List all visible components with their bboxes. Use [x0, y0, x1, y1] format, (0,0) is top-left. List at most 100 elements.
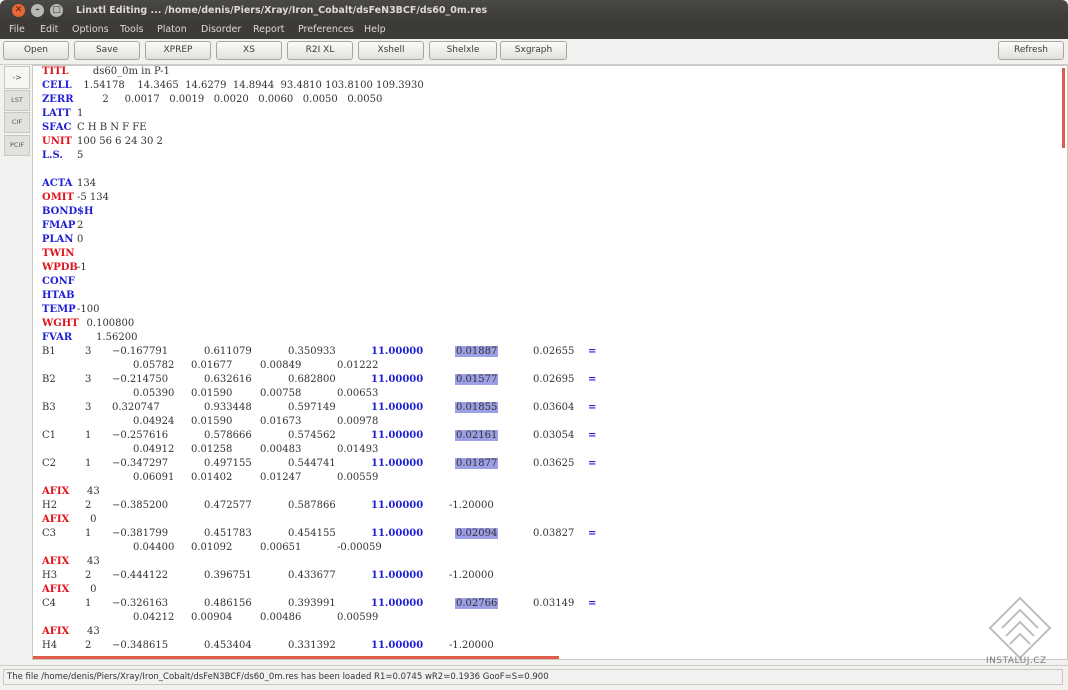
atom-u11: 0.02766: [455, 598, 499, 609]
keyword-args: 5: [77, 150, 84, 161]
keyword: CELL: [42, 80, 72, 91]
keyword: OMIT: [42, 192, 74, 203]
minimize-window-button[interactable]: –: [31, 4, 44, 17]
atom-y: 0.396751: [204, 570, 252, 581]
keyword-args: 43: [87, 556, 100, 567]
atom-u11: 0.01577: [455, 374, 499, 385]
continuation-value: 0.01493: [337, 444, 379, 455]
atom-u11: 0.01855: [455, 402, 499, 413]
atom-u22: 0.03604: [533, 402, 575, 413]
keyword-args: 2 0.0017 0.0019 0.0020 0.0060 0.0050 0.0…: [77, 94, 383, 105]
continuation-value: 0.00486: [260, 612, 302, 623]
continuation-value: 0.01673: [260, 416, 302, 427]
continuation-value: 0.00978: [337, 416, 379, 427]
toolbar: Open Save XPREP XS R2I XL Xshell Shelxle…: [0, 39, 1068, 65]
keyword: FVAR: [42, 332, 73, 343]
tab-cif[interactable]: CIF: [4, 112, 30, 133]
menu-preferences[interactable]: Preferences: [298, 24, 354, 35]
atom-x: 0.320747: [112, 402, 160, 413]
atom-z: 0.587866: [288, 500, 336, 511]
shelxle-button[interactable]: Shelxle: [429, 41, 497, 60]
menu-options[interactable]: Options: [72, 24, 109, 35]
tab-lst[interactable]: LST: [4, 90, 30, 111]
atom-u22: 0.02655: [533, 346, 575, 357]
refresh-button[interactable]: Refresh: [998, 41, 1064, 60]
keyword: ACTA: [42, 178, 73, 189]
continuation-value: 0.00483: [260, 444, 302, 455]
continuation-value: 0.05782: [133, 360, 175, 371]
atom-x: −0.381799: [112, 528, 169, 539]
atom-name: B2: [42, 374, 56, 385]
tab-pcif[interactable]: PCIF: [4, 135, 30, 156]
keyword-args: 0: [87, 584, 97, 595]
keyword-args: 1.54178 14.3465 14.6279 14.8944 93.4810 …: [77, 80, 424, 91]
maximize-window-button[interactable]: □: [50, 4, 63, 17]
atom-u22: 0.03827: [533, 528, 575, 539]
menu-tools[interactable]: Tools: [120, 24, 143, 35]
atom-sfac: 2: [85, 640, 92, 651]
keyword: WGHT: [42, 318, 79, 329]
keyword-args: -1: [77, 262, 87, 273]
continuation-mark: =: [588, 598, 597, 609]
continuation-value: 0.00653: [337, 388, 379, 399]
keyword: HTAB: [42, 290, 75, 301]
tab-res[interactable]: ->: [4, 66, 30, 89]
continuation-value: 0.01222: [337, 360, 379, 371]
continuation-value: 0.06091: [133, 472, 175, 483]
menu-help[interactable]: Help: [364, 24, 386, 35]
keyword-args: -5 134: [77, 192, 110, 203]
atom-occupancy: 11.00000: [371, 402, 424, 413]
r2i-xl-button[interactable]: R2I XL: [287, 41, 353, 60]
keyword: BOND: [42, 206, 78, 217]
continuation-value: 0.04400: [133, 542, 175, 553]
xprep-button[interactable]: XPREP: [145, 41, 211, 60]
xshell-button[interactable]: Xshell: [358, 41, 424, 60]
keyword: ZERR: [42, 94, 74, 105]
continuation-value: 0.00559: [337, 472, 379, 483]
keyword-args: 1.56200: [77, 332, 138, 343]
atom-sfac: 2: [85, 570, 92, 581]
atom-z: 0.574562: [288, 430, 336, 441]
close-window-button[interactable]: ✕: [12, 4, 25, 17]
keyword-args: 0.100800: [77, 318, 135, 329]
atom-name: H3: [42, 570, 58, 581]
continuation-value: 0.00758: [260, 388, 302, 399]
side-tabs: -> LST CIF PCIF: [4, 66, 31, 658]
atom-u11: 0.01887: [455, 346, 499, 357]
xs-button[interactable]: XS: [216, 41, 282, 60]
keyword: TWIN: [42, 248, 75, 259]
keyword: L.S.: [42, 150, 63, 161]
atom-y: 0.453404: [204, 640, 252, 651]
keyword: SFAC: [42, 122, 72, 133]
continuation-value: 0.00651: [260, 542, 302, 553]
save-button[interactable]: Save: [74, 41, 140, 60]
keyword-args: $H: [77, 206, 94, 217]
vertical-scrollbar-thumb[interactable]: [1062, 68, 1065, 148]
res-file-editor[interactable]: TITL ds60_0m in P-1 CELL 1.54178 14.3465 …: [32, 65, 1068, 660]
keyword: AFIX: [42, 584, 70, 595]
continuation-value: 0.01590: [191, 416, 233, 427]
atom-occupancy: 11.00000: [371, 598, 424, 609]
open-button[interactable]: Open: [3, 41, 69, 60]
atom-u11: 0.02094: [455, 528, 499, 539]
atom-u22: 0.03625: [533, 458, 575, 469]
keyword: PLAN: [42, 234, 74, 245]
continuation-value: 0.00599: [337, 612, 379, 623]
keyword-args: -100: [77, 304, 100, 315]
continuation-value: 0.04912: [133, 444, 175, 455]
menu-platon[interactable]: Platon: [157, 24, 187, 35]
atom-occupancy: 11.00000: [371, 458, 424, 469]
menu-report[interactable]: Report: [253, 24, 285, 35]
atom-name: H4: [42, 640, 58, 651]
atom-z: 0.454155: [288, 528, 336, 539]
menu-file[interactable]: File: [9, 24, 25, 35]
atom-occupancy: 11.00000: [371, 528, 424, 539]
sxgraph-button[interactable]: Sxgraph: [500, 41, 567, 60]
keyword: FMAP: [42, 220, 76, 231]
horizontal-scrollbar-thumb[interactable]: [33, 656, 559, 659]
atom-sfac: 3: [85, 402, 92, 413]
atom-u11: 0.01877: [455, 458, 499, 469]
menu-edit[interactable]: Edit: [40, 24, 58, 35]
atom-y: 0.632616: [204, 374, 252, 385]
menu-disorder[interactable]: Disorder: [201, 24, 241, 35]
